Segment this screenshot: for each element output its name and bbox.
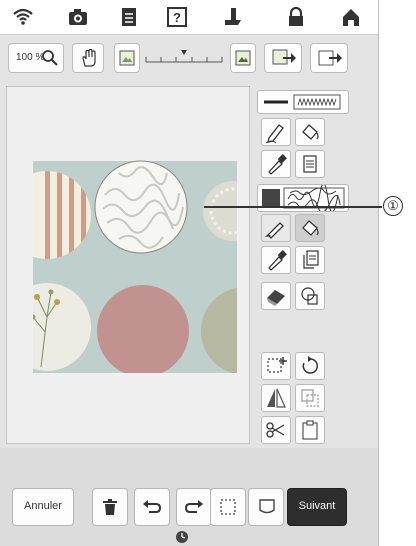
cancel-button[interactable]: Annuler (12, 488, 74, 526)
select-area-button[interactable] (261, 352, 291, 380)
rotate-button[interactable] (295, 352, 325, 380)
hand-icon (82, 48, 96, 67)
magnifier-icon (42, 50, 58, 66)
eraser-icon (267, 290, 285, 306)
zoom-button[interactable]: 100 % (8, 43, 64, 73)
region-draw-button[interactable] (261, 214, 291, 242)
pan-button[interactable] (72, 43, 104, 73)
shapes-icon (301, 287, 318, 305)
camera-icon[interactable] (67, 6, 89, 28)
line-draw-button[interactable] (261, 118, 291, 146)
next-button[interactable]: Suivant (287, 488, 347, 526)
dotted-frame-icon (220, 499, 236, 515)
eyedropper-icon (268, 154, 287, 175)
duplicate-button[interactable] (295, 384, 325, 412)
line-zigzag-icon (264, 94, 341, 110)
cut-button[interactable] (261, 416, 291, 444)
help-icon[interactable]: ? (166, 6, 188, 28)
line-fill-button[interactable] (295, 118, 325, 146)
region-eyedropper-icon (268, 250, 287, 271)
presser-foot-icon[interactable] (222, 6, 244, 28)
clock-icon (176, 531, 188, 543)
home-icon[interactable] (340, 6, 362, 28)
pencil-icon (265, 124, 284, 144)
region-fill-button[interactable] (295, 214, 325, 242)
line-type-selector[interactable] (257, 90, 349, 114)
shield-frame-icon (259, 499, 275, 514)
redo-button[interactable] (176, 488, 212, 526)
delete-button[interactable] (92, 488, 128, 526)
paste-button[interactable] (295, 416, 325, 444)
redo-icon (184, 500, 203, 513)
flip-button[interactable] (261, 384, 291, 412)
top-bar: ? (0, 0, 378, 35)
region-color-picker-button[interactable] (261, 246, 291, 274)
cancel-label: Annuler (24, 500, 62, 512)
trash-icon (103, 499, 117, 515)
scissors-icon (266, 422, 285, 438)
import-image-button[interactable] (264, 43, 302, 73)
transparency-slider[interactable] (144, 48, 224, 68)
rotate-icon (302, 356, 319, 374)
copy-icon (301, 389, 319, 407)
document-icon[interactable] (118, 6, 140, 28)
toolbar: 100 % (0, 36, 378, 80)
drawing-canvas[interactable] (6, 86, 250, 444)
canvas-artwork (33, 160, 237, 373)
next-label: Suivant (298, 500, 336, 512)
list-icon (303, 155, 317, 173)
line-color-picker-button[interactable] (261, 150, 291, 178)
screen: ? 100 % Annuler Suivant (0, 0, 379, 546)
undo-icon (143, 500, 162, 513)
pages-icon (303, 250, 319, 269)
flower-circle (33, 283, 91, 371)
wifi-icon[interactable] (12, 6, 34, 28)
undo-button[interactable] (134, 488, 170, 526)
callout-line (204, 206, 382, 208)
callout-number: ① (383, 196, 403, 216)
background-show-button[interactable] (230, 43, 256, 73)
lock-icon[interactable] (285, 6, 307, 28)
fill-bucket-icon (302, 220, 319, 236)
region-property-button[interactable] (295, 246, 325, 274)
select-all-button[interactable] (210, 488, 246, 526)
mirror-icon (267, 388, 286, 408)
clipboard-icon (302, 420, 318, 440)
eraser-button[interactable] (261, 282, 291, 310)
selected-stipple-circle[interactable] (94, 160, 188, 254)
paint-bucket-icon (302, 124, 319, 140)
line-property-button[interactable] (295, 150, 325, 178)
background-scan-button[interactable] (114, 43, 140, 73)
export-arrow-icon (318, 50, 342, 66)
brush-icon (265, 222, 284, 239)
rose-circle (97, 285, 189, 373)
select-frame-icon (267, 357, 287, 373)
import-arrow-icon (272, 49, 296, 65)
export-button[interactable] (310, 43, 348, 73)
stamp-shape-button[interactable] (295, 282, 325, 310)
preview-button[interactable] (248, 488, 284, 526)
tool-panel (251, 86, 355, 444)
scan-image-icon (119, 50, 135, 66)
svg-text:?: ? (173, 10, 181, 25)
image-icon (235, 50, 251, 66)
